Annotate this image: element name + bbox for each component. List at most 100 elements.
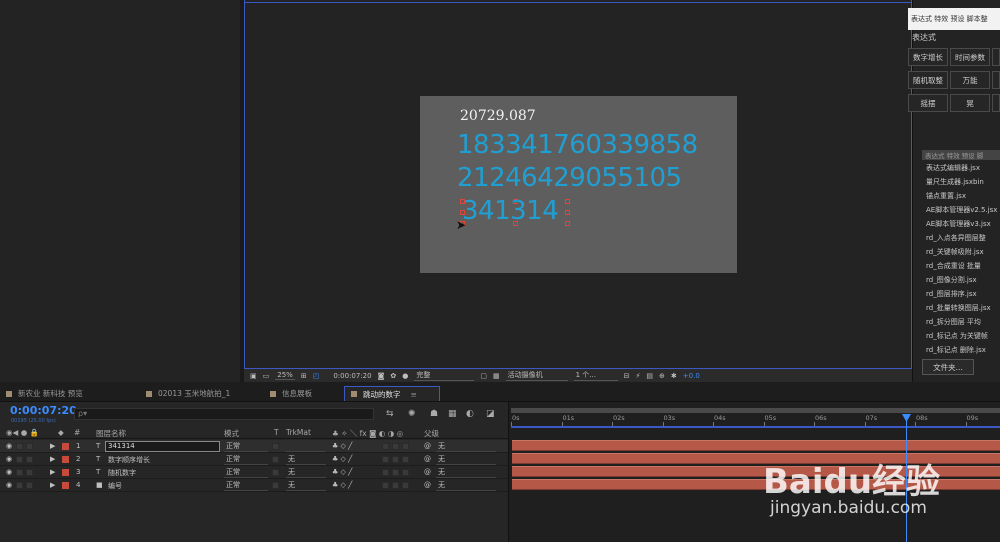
pickwhip-icon[interactable]: @ [424, 481, 431, 489]
selection-handle[interactable] [565, 210, 570, 215]
eye-icon[interactable]: ◉ [6, 468, 12, 476]
label-color[interactable] [62, 443, 69, 450]
script-list-header[interactable]: 表达式 特效 预设 脚 [922, 150, 1000, 160]
layer-switches-icon[interactable]: ♣ ◇ ╱ [332, 442, 352, 450]
layer-name[interactable]: 编号 [108, 481, 122, 491]
script-list-item[interactable]: 锚点重置.jsx [926, 191, 1000, 201]
script-list-item[interactable]: AE脚本管理器v2.5.jsx [926, 205, 1000, 215]
blend-mode-dropdown[interactable]: 正常 [224, 480, 268, 491]
parent-dropdown[interactable]: 无 [436, 441, 496, 452]
solo-toggle[interactable] [16, 443, 23, 450]
shy-layers-icon[interactable]: ☗ [430, 409, 438, 419]
visibility-column-icon[interactable]: ◉◀ ● 🔒 [6, 428, 39, 437]
flowchart-icon[interactable]: ⊕ [659, 372, 665, 380]
layer-name-column[interactable]: 图层名称 [96, 428, 126, 439]
layer-name[interactable]: 数字顺序增长 [108, 455, 150, 465]
selection-handle[interactable] [513, 199, 518, 204]
layer-duration-bar[interactable] [512, 440, 1000, 451]
time-param-button[interactable]: 时间参数 [950, 48, 990, 66]
exposure-value[interactable]: +0.0 [683, 372, 700, 380]
frame-blending-icon[interactable]: ▦ [448, 409, 457, 419]
eye-icon[interactable]: ◉ [6, 481, 12, 489]
layout-icon[interactable]: ▣ [250, 372, 257, 380]
switch-box[interactable] [402, 469, 409, 476]
snapshot-camera-icon[interactable]: ◙ [378, 372, 385, 380]
zoom-dropdown[interactable]: 25% [275, 371, 295, 380]
overflow-button[interactable] [992, 94, 1000, 112]
layer-switches-icon[interactable]: ♣ ◇ ╱ [332, 468, 352, 476]
script-panel-header[interactable]: 表达式 特效 预设 脚本整 [908, 8, 1000, 30]
mode-column[interactable]: 模式 [224, 428, 239, 439]
solo-toggle[interactable] [16, 482, 23, 489]
expand-arrow-icon[interactable]: ▶ [50, 481, 55, 489]
shake-button[interactable]: 晃 [950, 94, 990, 112]
tab-jumping-numbers[interactable]: 跳动的数字 ≡ [344, 386, 440, 401]
switch-box[interactable] [392, 456, 399, 463]
close-icon[interactable]: ≡ [411, 390, 417, 399]
switch-box[interactable] [392, 482, 399, 489]
lock-toggle[interactable] [26, 482, 33, 489]
grid-icon[interactable]: ⊞ [301, 372, 307, 380]
lock-toggle[interactable] [26, 456, 33, 463]
random-integer-button[interactable]: 随机取整 [908, 71, 948, 89]
preserve-transparency-toggle[interactable] [272, 456, 279, 463]
script-list-item[interactable]: AE脚本管理器v3.jsx [926, 219, 1000, 229]
motion-blur-icon[interactable]: ◐ [466, 409, 474, 419]
parent-dropdown[interactable]: 无 [436, 480, 496, 491]
layer-name[interactable]: 随机数字 [108, 468, 136, 478]
lock-toggle[interactable] [26, 469, 33, 476]
blend-mode-dropdown[interactable]: 正常 [224, 467, 268, 478]
solo-toggle[interactable] [16, 456, 23, 463]
lock-toggle[interactable] [26, 443, 33, 450]
composition-canvas[interactable]: 20729.087 1833417603398​58 2124642905510… [420, 96, 737, 273]
timeline-timecode[interactable]: 0:00:07:20 [10, 404, 77, 417]
text-selection-box[interactable] [460, 199, 570, 227]
eye-icon[interactable]: ◉ [6, 455, 12, 463]
trkmat-dropdown[interactable]: 无 [286, 454, 326, 465]
time-ruler[interactable]: 0s 01s 02s 03s 04s 05s 06s 07s 08s 09s [511, 413, 1000, 427]
parent-dropdown[interactable]: 无 [436, 454, 496, 465]
switch-box[interactable] [382, 482, 389, 489]
layer-row[interactable]: ◉ ▶ 3 T 随机数字 正常 无 ♣ ◇ ╱ @ 无 [0, 466, 508, 479]
expand-arrow-icon[interactable]: ▶ [50, 468, 55, 476]
layer-name-input[interactable]: 341314 [105, 441, 220, 452]
selection-handle[interactable] [565, 221, 570, 226]
tab-corn-field[interactable]: 02013 玉米地航拍_1 [140, 386, 264, 401]
parent-dropdown[interactable]: 无 [436, 467, 496, 478]
script-list-item[interactable]: rd_批量转换图层.jsx [926, 303, 1000, 313]
selection-handle[interactable] [565, 199, 570, 204]
fast-preview-icon[interactable]: ⚡ [635, 372, 640, 380]
mask-icon[interactable]: ◰ [313, 372, 320, 380]
resolution-dropdown[interactable]: 完整 [414, 370, 475, 381]
script-list-item[interactable]: rd_标记点 删除.jsx [926, 345, 1000, 355]
camera-dropdown[interactable]: 活动摄像机 [505, 370, 568, 381]
universal-button[interactable]: 万能 [950, 71, 990, 89]
wiggle-button[interactable]: 摇摆 [908, 94, 948, 112]
script-list-item[interactable]: rd_关键帧吸附.jsx [926, 247, 1000, 257]
selection-handle[interactable] [513, 221, 518, 226]
expand-arrow-icon[interactable]: ▶ [50, 455, 55, 463]
script-list-item[interactable]: 量尺生成器.jsxbin [926, 177, 1000, 187]
script-list-item[interactable]: rd_标记点 为关键帧 [926, 331, 1000, 341]
layer-row[interactable]: ◉ ▶ 2 T 数字顺序增长 正常 无 ♣ ◇ ╱ @ 无 [0, 453, 508, 466]
label-column-icon[interactable]: ◆ [58, 428, 64, 437]
toggle-pixel-aspect-icon[interactable]: ⊟ [624, 372, 630, 380]
show-snapshot-icon[interactable]: ✿ [390, 372, 396, 380]
tab-info-board[interactable]: 信息展板 [264, 386, 344, 401]
draft-3d-icon[interactable]: ✺ [408, 409, 416, 419]
trkmat-dropdown[interactable]: 无 [286, 480, 326, 491]
preserve-transparency-toggle[interactable] [272, 469, 279, 476]
script-list-item[interactable]: rd_拆分图层 平均 [926, 317, 1000, 327]
preserve-transparency-toggle[interactable] [272, 482, 279, 489]
script-list-item[interactable]: rd_图像分割.jsx [926, 275, 1000, 285]
trkmat-column[interactable]: TrkMat [286, 428, 311, 437]
switch-box[interactable] [392, 469, 399, 476]
overflow-button[interactable] [992, 48, 1000, 66]
switch-box[interactable] [402, 482, 409, 489]
number-growth-button[interactable]: 数字增长 [908, 48, 948, 66]
transparency-grid-icon[interactable]: ▦ [493, 372, 500, 380]
overflow-button[interactable] [992, 71, 1000, 89]
label-color[interactable] [62, 456, 69, 463]
script-list-item[interactable]: 表达式编辑器.jsx [926, 163, 1000, 173]
eye-icon[interactable]: ◉ [6, 442, 12, 450]
